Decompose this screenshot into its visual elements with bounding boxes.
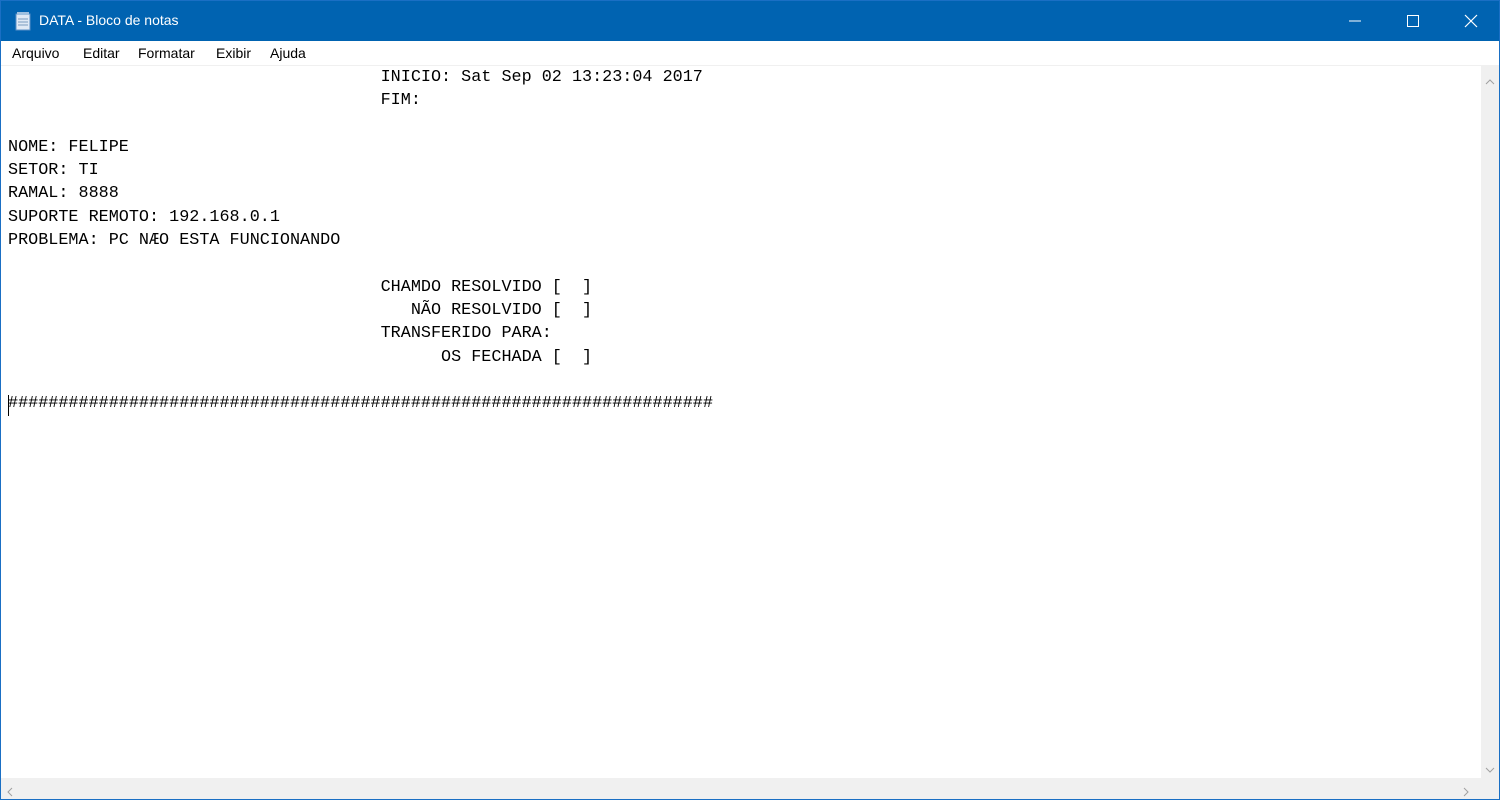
line-chamado-resolvido: CHAMDO RESOLVIDO [ ] bbox=[8, 277, 593, 297]
maximize-icon bbox=[1407, 15, 1419, 27]
close-icon bbox=[1464, 14, 1478, 28]
close-button[interactable] bbox=[1443, 1, 1499, 41]
scroll-down-arrow-icon[interactable] bbox=[1485, 760, 1495, 778]
menu-exibir[interactable]: Exibir bbox=[216, 45, 251, 61]
scroll-left-arrow-icon[interactable] bbox=[7, 784, 13, 802]
line-os-fechada: OS FECHADA [ ] bbox=[8, 347, 593, 367]
notepad-icon bbox=[15, 11, 31, 31]
maximize-button[interactable] bbox=[1385, 1, 1441, 41]
text-editor[interactable]: INICIO: Sat Sep 02 13:23:04 2017 FIM: NO… bbox=[1, 66, 1481, 778]
line-transferido-para: TRANSFERIDO PARA: bbox=[8, 324, 552, 344]
minimize-icon bbox=[1349, 20, 1361, 22]
menu-ajuda[interactable]: Ajuda bbox=[270, 45, 306, 61]
text-caret bbox=[8, 395, 9, 416]
line-nome: NOME: FELIPE bbox=[8, 137, 129, 157]
line-separator: ########################################… bbox=[8, 394, 713, 414]
line-ramal: RAMAL: 8888 bbox=[8, 184, 119, 204]
horizontal-scrollbar[interactable] bbox=[1, 778, 1481, 799]
line-problema: PROBLEMA: PC NÆO ESTA FUNCIONANDO bbox=[8, 231, 341, 251]
vertical-scrollbar[interactable] bbox=[1481, 66, 1499, 778]
line-nao-resolvido: NÃO RESOLVIDO [ ] bbox=[8, 300, 593, 320]
line-fim: FIM: bbox=[8, 91, 421, 111]
menu-editar[interactable]: Editar bbox=[83, 45, 120, 61]
notepad-window: DATA - Bloco de notas Arquivo Editar For… bbox=[0, 0, 1500, 800]
minimize-button[interactable] bbox=[1327, 1, 1383, 41]
menu-bar: Arquivo Editar Formatar Exibir Ajuda bbox=[1, 41, 1499, 66]
scroll-right-arrow-icon[interactable] bbox=[1463, 784, 1469, 802]
line-setor: SETOR: TI bbox=[8, 161, 99, 181]
scroll-up-arrow-icon[interactable] bbox=[1485, 72, 1495, 90]
document-text[interactable]: INICIO: Sat Sep 02 13:23:04 2017 FIM: NO… bbox=[8, 66, 713, 415]
title-bar[interactable]: DATA - Bloco de notas bbox=[1, 1, 1499, 41]
line-suporte-remoto: SUPORTE REMOTO: 192.168.0.1 bbox=[8, 207, 280, 227]
scrollbar-corner bbox=[1481, 778, 1499, 799]
window-title: DATA - Bloco de notas bbox=[39, 12, 179, 28]
menu-arquivo[interactable]: Arquivo bbox=[12, 45, 59, 61]
line-inicio: INICIO: Sat Sep 02 13:23:04 2017 bbox=[8, 68, 703, 87]
menu-formatar[interactable]: Formatar bbox=[138, 45, 195, 61]
